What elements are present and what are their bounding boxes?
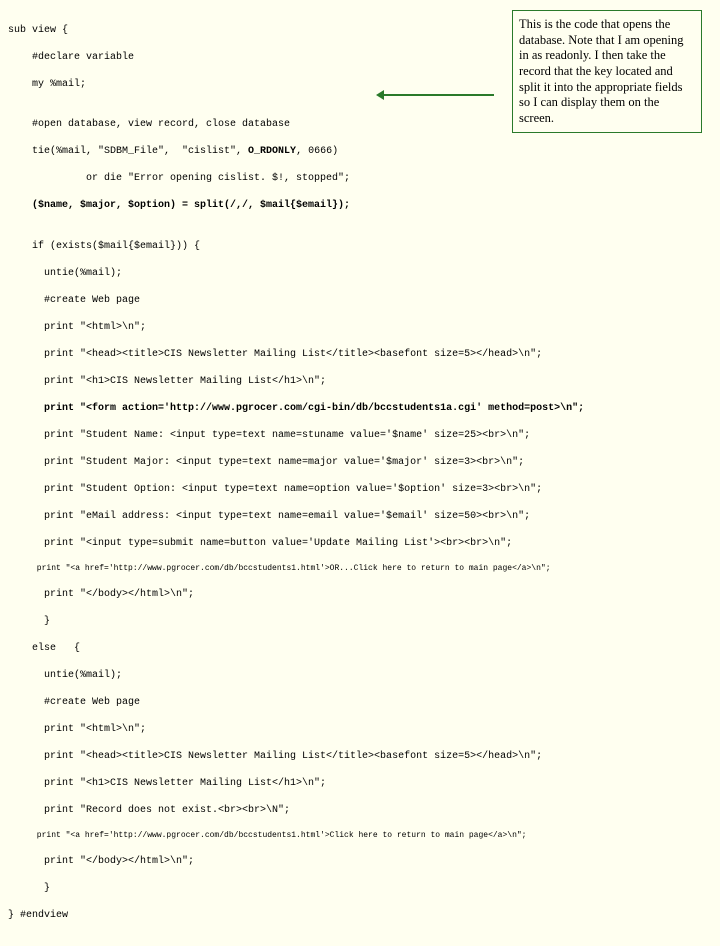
code-line: #create Web page: [8, 294, 712, 308]
code-line: print "</body></html>\n";: [8, 855, 712, 869]
code-line: print "eMail address: <input type=text n…: [8, 510, 712, 524]
code-line: or die "Error opening cislist. $!, stopp…: [8, 172, 712, 186]
code-line: print "Student Option: <input type=text …: [8, 483, 712, 497]
code-line-bold: ($name, $major, $option) = split(/,/, $m…: [8, 199, 712, 213]
callout-text: This is the code that opens the database…: [519, 17, 684, 125]
code-line-small: print "<a href='http://www.pgrocer.com/d…: [8, 831, 712, 842]
code-line: else {: [8, 642, 712, 656]
code-line: print "Student Name: <input type=text na…: [8, 429, 712, 443]
code-line: untie(%mail);: [8, 669, 712, 683]
code-line: print "<head><title>CIS Newsletter Maili…: [8, 348, 712, 362]
code-line: print "Record does not exist.<br><br>\N"…: [8, 804, 712, 818]
callout-box: This is the code that opens the database…: [512, 10, 702, 133]
code-line: #create Web page: [8, 696, 712, 710]
code-line: print "</body></html>\n";: [8, 588, 712, 602]
code-text: , 0666): [296, 146, 338, 157]
code-line: }: [8, 615, 712, 629]
code-line-bold: print "<form action='http://www.pgrocer.…: [8, 402, 712, 416]
code-line: tie(%mail, "SDBM_File", "cislist", O_RDO…: [8, 145, 712, 159]
code-line: untie(%mail);: [8, 267, 712, 281]
code-line: print "<h1>CIS Newsletter Mailing List</…: [8, 375, 712, 389]
code-line-small: print "<a href='http://www.pgrocer.com/d…: [8, 564, 712, 575]
code-bold: O_RDONLY: [248, 146, 296, 157]
code-text: tie(%mail, "SDBM_File", "cislist",: [8, 146, 248, 157]
code-line: print "<head><title>CIS Newsletter Maili…: [8, 750, 712, 764]
code-line: }: [8, 882, 712, 896]
code-line: } #endview: [8, 909, 712, 923]
code-line: print "<html>\n";: [8, 321, 712, 335]
annotation-arrow: [382, 94, 494, 96]
code-line: print "<input type=submit name=button va…: [8, 537, 712, 551]
code-block: sub view { #declare variable my %mail; #…: [0, 0, 720, 946]
code-line: print "<html>\n";: [8, 723, 712, 737]
code-line: print "<h1>CIS Newsletter Mailing List</…: [8, 777, 712, 791]
code-line: print "Student Major: <input type=text n…: [8, 456, 712, 470]
code-line: if (exists($mail{$email})) {: [8, 240, 712, 254]
